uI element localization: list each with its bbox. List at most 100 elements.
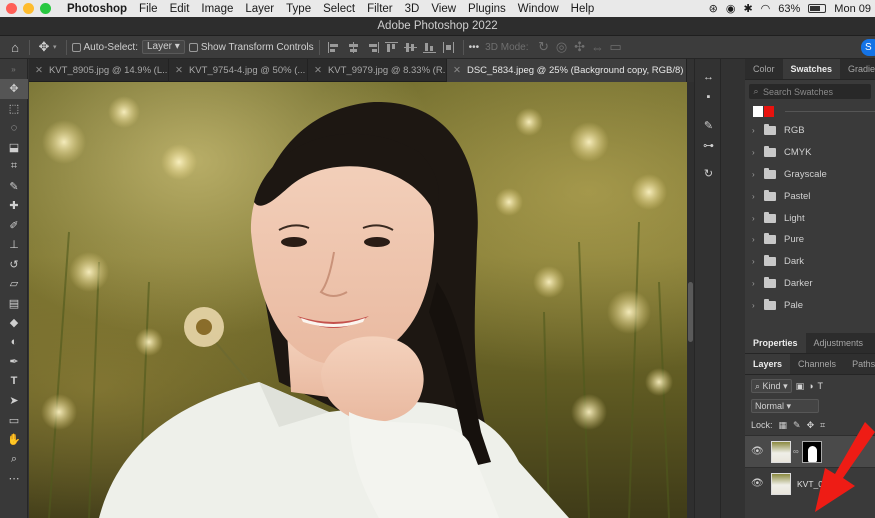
glyphs-panel-icon[interactable]: ↻ (695, 163, 722, 183)
close-tab-icon[interactable]: ✕ (175, 65, 183, 76)
menu-image[interactable]: Image (195, 3, 239, 15)
menu-select[interactable]: Select (317, 3, 361, 15)
menu-layer[interactable]: Layer (239, 3, 280, 15)
swatch-group[interactable]: › Darker (745, 273, 875, 295)
control-icon[interactable]: ◉ (726, 2, 736, 15)
hand-tool-icon[interactable]: ✋ (0, 430, 28, 450)
history-panel-icon[interactable]: ↔ (695, 67, 722, 87)
path-select-tool-icon[interactable]: ➤ (0, 391, 28, 411)
swatch-group[interactable]: › Dark (745, 251, 875, 273)
lock-artboard-icon[interactable]: ⌗ (820, 420, 825, 431)
tab-color[interactable]: Color (745, 59, 783, 79)
3d-pan-icon[interactable]: ✣ (571, 38, 589, 56)
type-tool-icon[interactable]: T (0, 372, 28, 392)
eyedropper-tool-icon[interactable]: ✎ (0, 177, 28, 197)
menu-help[interactable]: Help (565, 3, 601, 15)
layer-mask-thumbnail[interactable] (801, 440, 822, 463)
menu-view[interactable]: View (425, 3, 462, 15)
filter-pixel-icon[interactable]: ▣ (796, 381, 805, 392)
tab-paths[interactable]: Paths (844, 354, 875, 374)
zoom-tool-icon[interactable]: ⌕ (0, 450, 28, 470)
vertical-scrollbar[interactable] (687, 82, 694, 518)
chevron-down-icon[interactable]: ▾ (53, 43, 57, 51)
clock[interactable]: Mon 09 (834, 3, 871, 15)
swatch-group[interactable]: › Light (745, 207, 875, 229)
layer-row[interactable]: 👁 KVT_0463 (745, 467, 875, 499)
tab-swatches[interactable]: Swatches (782, 59, 841, 79)
tab-channels[interactable]: Channels (790, 354, 844, 374)
swatch-group[interactable]: › Grayscale (745, 164, 875, 186)
swatch-red[interactable] (763, 105, 774, 117)
share-button[interactable]: S (861, 39, 875, 56)
align-middle-icon[interactable] (403, 42, 417, 53)
3d-slide-icon[interactable]: ⇔ (589, 38, 607, 56)
healing-brush-tool-icon[interactable]: ✚ (0, 196, 28, 216)
swatch-group[interactable]: › Pale (745, 294, 875, 316)
show-transform-checkbox[interactable] (188, 42, 198, 52)
lock-image-icon[interactable]: ✎ (793, 420, 801, 431)
tab-properties[interactable]: Properties (745, 333, 806, 354)
dodge-tool-icon[interactable]: ◐ (0, 333, 28, 353)
document-tab[interactable]: ✕ KVT_8905.jpg @ 14.9% (L... (29, 59, 169, 82)
eraser-tool-icon[interactable]: ▱ (0, 274, 28, 294)
history-brush-tool-icon[interactable]: ↺ (0, 255, 28, 275)
close-tab-icon[interactable]: ✕ (314, 65, 322, 76)
eye-icon[interactable]: 👁 (751, 478, 767, 489)
menu-3d[interactable]: 3D (399, 3, 426, 15)
bluetooth-icon[interactable]: ✱ (743, 2, 752, 15)
swatch-group[interactable]: › RGB (745, 120, 875, 142)
document-tab[interactable]: ✕ KVT_9754-4.jpg @ 50% (... (169, 59, 308, 82)
lock-position-icon[interactable]: ✥ (807, 420, 815, 431)
brush-tool-icon[interactable]: ✐ (0, 216, 28, 236)
align-bottom-icon[interactable] (422, 42, 436, 53)
menu-edit[interactable]: Edit (164, 3, 196, 15)
lock-transparent-icon[interactable]: ▦ (779, 420, 788, 431)
document-tab[interactable]: ✕ KVT_9979.jpg @ 8.33% (R... (308, 59, 447, 82)
menu-type[interactable]: Type (280, 3, 317, 15)
3d-rotate-icon[interactable]: ↻ (535, 38, 553, 56)
move-tool-icon[interactable]: ✥ (0, 79, 28, 99)
link-icon[interactable]: ∞ (793, 447, 799, 456)
scroll-thumb[interactable] (688, 282, 693, 342)
creative-cloud-icon[interactable]: ⊛ (709, 2, 718, 15)
menu-plugins[interactable]: Plugins (462, 3, 512, 15)
close-tab-icon[interactable]: ✕ (453, 65, 461, 76)
gradient-tool-icon[interactable]: ▤ (0, 294, 28, 314)
swatch-group[interactable]: › CMYK (745, 142, 875, 164)
move-tool-icon[interactable]: ✥ (35, 38, 53, 56)
marquee-tool-icon[interactable]: ⬚ (0, 99, 28, 119)
eye-icon[interactable]: 👁 (751, 446, 767, 457)
menu-window[interactable]: Window (512, 3, 565, 15)
swatch-group[interactable]: › Pastel (745, 185, 875, 207)
more-options-button[interactable]: ••• (469, 42, 480, 53)
battery-icon[interactable] (808, 4, 827, 13)
swatch-search[interactable]: ⌕ Search Swatches (749, 84, 871, 99)
distribute-icon[interactable] (442, 41, 455, 53)
blend-mode-dropdown[interactable]: Normal ▾ (751, 399, 819, 414)
blur-tool-icon[interactable]: ◆ (0, 313, 28, 333)
auto-select-checkbox[interactable] (71, 42, 81, 52)
home-icon[interactable]: ⌂ (6, 38, 24, 56)
tab-gradients[interactable]: Gradients (840, 59, 875, 79)
swatch-white[interactable] (753, 105, 763, 117)
auto-select-dropdown[interactable]: Layer ▾ (142, 40, 185, 54)
tab-layers[interactable]: Layers (745, 354, 791, 375)
menu-filter[interactable]: Filter (361, 3, 399, 15)
close-tab-icon[interactable]: ✕ (35, 65, 43, 76)
object-select-tool-icon[interactable]: ⬓ (0, 138, 28, 158)
swatch-group[interactable]: › Pure (745, 229, 875, 251)
document-canvas[interactable] (29, 82, 687, 518)
layer-row-selected[interactable]: 👁 ∞ (745, 435, 875, 468)
3d-roll-icon[interactable]: ◎ (553, 38, 571, 56)
crop-tool-icon[interactable]: ⌗ (0, 157, 28, 177)
tab-adjustments[interactable]: Adjustments (806, 333, 872, 353)
filter-adjustment-icon[interactable]: ◑ (808, 381, 813, 391)
3d-scale-icon[interactable]: ▭ (607, 38, 625, 56)
comments-panel-icon[interactable]: ▪ (695, 87, 722, 107)
align-center-icon[interactable] (347, 41, 360, 53)
tab-libraries[interactable]: L (871, 333, 875, 353)
toolbar-grip[interactable]: » (0, 59, 27, 79)
align-top-icon[interactable] (384, 41, 398, 53)
close-window-button[interactable] (6, 3, 17, 14)
pen-tool-icon[interactable]: ✒ (0, 352, 28, 372)
